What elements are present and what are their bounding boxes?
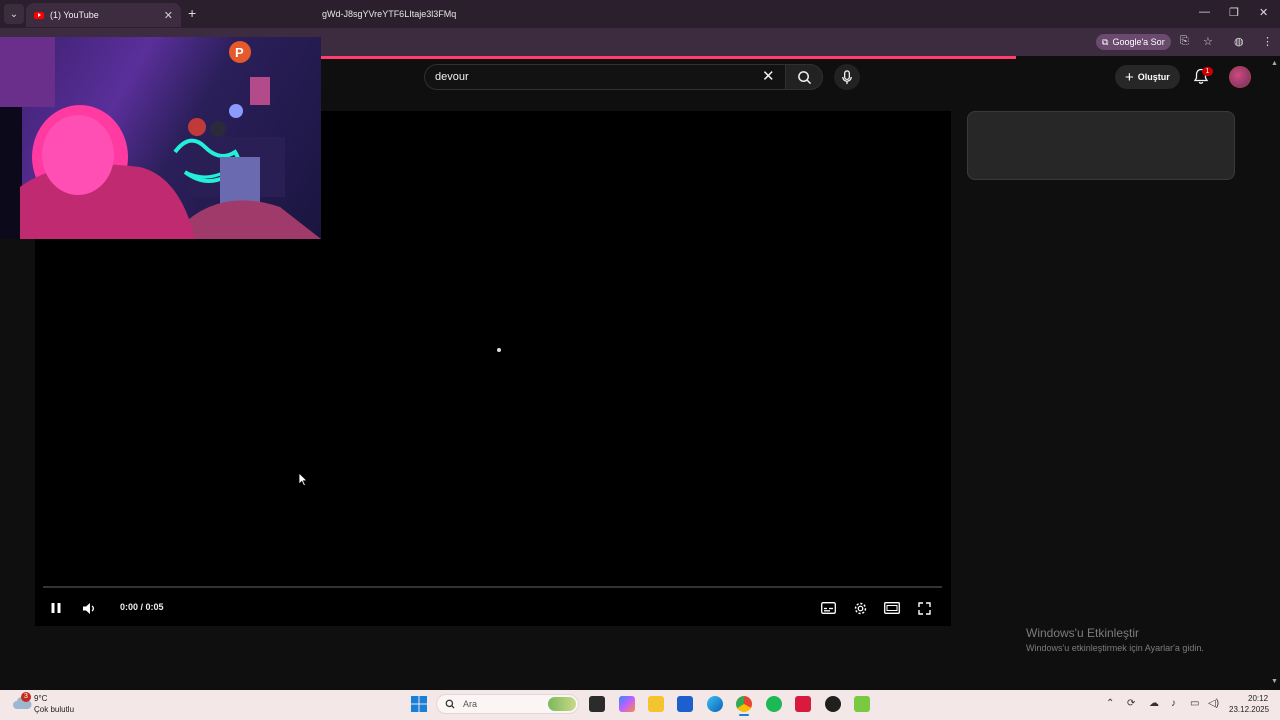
close-window-icon[interactable]: ✕ — [1259, 6, 1268, 19]
settings-button[interactable] — [851, 600, 869, 616]
taskbar-clock-time[interactable]: 20:12 — [1248, 694, 1268, 703]
voice-search-button[interactable] — [834, 64, 860, 90]
youtube-favicon-icon — [34, 11, 44, 19]
subtitles-icon — [820, 602, 836, 614]
search-highlight-image-icon[interactable] — [548, 697, 576, 711]
valorant-icon[interactable] — [795, 696, 811, 712]
minimize-icon[interactable]: — — [1199, 6, 1210, 18]
volume-button[interactable] — [80, 600, 98, 616]
sidebar-placeholder-card — [967, 111, 1235, 180]
edge-icon[interactable] — [707, 696, 723, 712]
sync-icon[interactable]: ⟳ — [1127, 698, 1135, 709]
browser-tab-youtube[interactable]: (1) YouTube ✕ — [26, 3, 181, 27]
show-hidden-icons-icon[interactable]: ⌃ — [1106, 698, 1114, 709]
install-app-icon[interactable]: ⎘ — [1180, 35, 1189, 48]
webcam-overlay: P — [0, 37, 321, 239]
theater-mode-button[interactable] — [883, 600, 901, 616]
taskbar-search-placeholder: Ara — [463, 699, 478, 709]
search-icon — [797, 70, 811, 84]
active-app-indicator — [739, 714, 749, 716]
scroll-down-arrow-icon[interactable]: ▼ — [1271, 678, 1278, 685]
video-progress-bar[interactable] — [43, 586, 942, 588]
search-button[interactable] — [785, 64, 823, 90]
file-explorer-icon[interactable] — [648, 696, 664, 712]
activate-windows-subtitle: Windows'u etkinleştirmek için Ayarlar'a … — [1026, 643, 1204, 653]
loading-spinner — [497, 348, 501, 352]
profile-icon[interactable]: ◍ — [1234, 35, 1244, 48]
ask-google-button[interactable]: ⧉ Google'a Sor — [1096, 34, 1171, 50]
browser-menu-icon[interactable]: ⋮ — [1262, 35, 1273, 48]
scroll-up-arrow-icon[interactable]: ▲ — [1271, 60, 1278, 67]
speaker-icon[interactable]: ◁) — [1208, 698, 1219, 709]
subtitles-button[interactable] — [819, 600, 837, 616]
bookmark-star-icon[interactable]: ☆ — [1203, 35, 1213, 48]
clear-search-icon[interactable]: ✕ — [762, 67, 775, 85]
gear-icon — [854, 602, 866, 614]
network-icon[interactable]: ▭ — [1190, 698, 1199, 709]
svg-text:P: P — [235, 45, 244, 60]
chrome-icon[interactable] — [736, 696, 752, 712]
weather-temperature[interactable]: 9°C — [34, 694, 47, 703]
fullscreen-icon — [917, 601, 931, 615]
weather-condition[interactable]: Çok bulutlu — [34, 705, 74, 714]
notification-count-badge: 1 — [1202, 67, 1213, 76]
search-input[interactable]: devour — [424, 64, 788, 90]
weather-alert-badge: 3 — [21, 692, 31, 702]
windows-start-icon[interactable] — [411, 696, 427, 712]
account-avatar[interactable] — [1229, 66, 1251, 88]
video-time-display: 0:00 / 0:05 — [120, 602, 164, 612]
restore-icon[interactable]: ❐ — [1229, 6, 1239, 19]
tab-close-icon[interactable]: ✕ — [164, 9, 173, 22]
tab-title: (1) YouTube — [50, 10, 99, 20]
webcam-scene-image: P — [0, 37, 321, 239]
ask-google-label: Google'a Sor — [1112, 37, 1165, 47]
plus-icon: + — [1125, 68, 1134, 86]
obs-studio-icon[interactable] — [825, 696, 841, 712]
new-tab-button[interactable]: + — [188, 5, 196, 21]
spotify-icon[interactable] — [766, 696, 782, 712]
pause-button[interactable] — [47, 600, 65, 616]
windows-taskbar — [0, 690, 1280, 720]
search-input-value: devour — [435, 71, 469, 83]
tab-search-chevron-icon[interactable]: ⌄ — [4, 4, 24, 24]
theater-mode-icon — [884, 602, 900, 614]
app-launcher-icon[interactable] — [854, 696, 870, 712]
search-icon — [445, 699, 455, 709]
copilot-icon[interactable] — [619, 696, 635, 712]
fullscreen-button[interactable] — [915, 600, 933, 616]
google-lens-icon: ⧉ — [1102, 36, 1109, 47]
url-text[interactable]: gWd-J8sgYVreYTF6LItaje3l3FMq — [322, 9, 456, 19]
pause-icon — [51, 603, 61, 613]
create-button[interactable]: + Oluştur — [1115, 65, 1180, 89]
volume-icon — [83, 602, 94, 614]
taskbar-clock-date[interactable]: 23.12.2025 — [1229, 705, 1269, 714]
mouse-cursor-icon — [298, 472, 308, 487]
microphone-icon — [842, 69, 852, 84]
microphone-tray-icon[interactable]: ♪ — [1171, 698, 1176, 709]
task-view-icon[interactable] — [589, 696, 605, 712]
onedrive-icon[interactable]: ☁ — [1149, 698, 1159, 709]
microsoft-store-icon[interactable] — [677, 696, 693, 712]
create-label: Oluştur — [1137, 72, 1170, 82]
activate-windows-title: Windows'u Etkinleştir — [1026, 626, 1139, 640]
